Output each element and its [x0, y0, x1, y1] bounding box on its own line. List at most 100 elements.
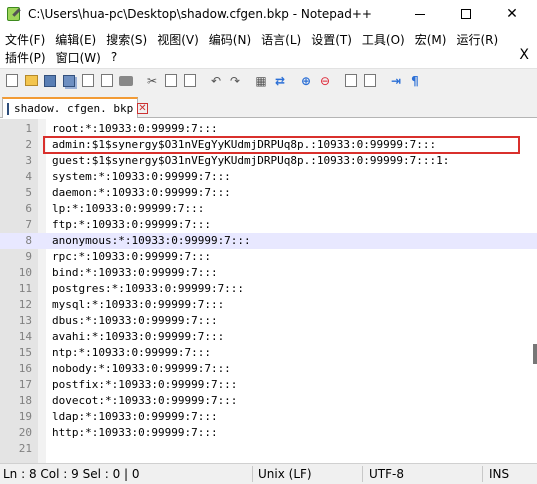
highlight-box — [43, 136, 520, 154]
new-file-icon[interactable] — [3, 72, 21, 90]
close-icon[interactable] — [79, 72, 97, 90]
line-number: 3 — [25, 154, 32, 167]
close-window-button[interactable]: ✕ — [489, 0, 535, 28]
line-number: 21 — [18, 442, 32, 455]
editor-line[interactable]: 19 ldap:*:10933:0:99999:7::: — [0, 409, 537, 425]
line-text: rpc:*:10933:0:99999:7::: — [52, 250, 211, 263]
menu-window[interactable]: 窗口(W) — [51, 49, 106, 66]
tab-shadow-cfgen-bkp[interactable]: shadow. cfgen. bkp ✕ — [2, 97, 148, 118]
editor-line[interactable]: 9 rpc:*:10933:0:99999:7::: — [0, 249, 537, 265]
editor-line[interactable]: 14 avahi:*:10933:0:99999:7::: — [0, 329, 537, 345]
menu-run[interactable]: 运行(R) — [451, 31, 503, 48]
line-number: 6 — [25, 202, 32, 215]
editor-line[interactable]: 21 — [0, 441, 537, 457]
menu-tools[interactable]: 工具(O) — [357, 31, 410, 48]
close-all-icon[interactable] — [98, 72, 116, 90]
save-all-icon[interactable] — [60, 72, 78, 90]
menu-bar: 文件(F) 编辑(E) 搜索(S) 视图(V) 编码(N) 语言(L) 设置(T… — [0, 28, 537, 68]
menu-edit[interactable]: 编辑(E) — [50, 31, 101, 48]
minimize-icon — [415, 13, 425, 15]
toolbar-separator — [335, 72, 341, 90]
editor-line[interactable]: 6 lp:*:10933:0:99999:7::: — [0, 201, 537, 217]
tab-label: shadow. cfgen. bkp — [14, 102, 134, 115]
show-all-chars-icon[interactable]: ¶ — [406, 72, 424, 90]
line-text: daemon:*:10933:0:99999:7::: — [52, 186, 231, 199]
line-text: bind:*:10933:0:99999:7::: — [52, 266, 218, 279]
line-text: root:*:10933:0:99999:7::: — [52, 122, 218, 135]
zoom-in-icon[interactable]: ⊕ — [297, 72, 315, 90]
editor-line[interactable]: 11 postgres:*:10933:0:99999:7::: — [0, 281, 537, 297]
maximize-button[interactable] — [443, 0, 489, 28]
line-number: 8 — [25, 234, 32, 247]
editor-line[interactable]: 3 guest:$1$synergy$O31nVEgYyKUdmjDRPUq8p.… — [0, 153, 537, 169]
word-wrap-icon[interactable]: ⇥ — [387, 72, 405, 90]
editor-line[interactable]: 16 nobody:*:10933:0:99999:7::: — [0, 361, 537, 377]
status-position: Ln : 8 Col : 9 Sel : 0 | 0 — [3, 467, 140, 481]
toolbar-separator — [290, 72, 296, 90]
cut-icon[interactable]: ✂ — [143, 72, 161, 90]
line-number: 10 — [18, 266, 32, 279]
editor-line[interactable]: 13 dbus:*:10933:0:99999:7::: — [0, 313, 537, 329]
toolbar-separator — [136, 72, 142, 90]
status-divider — [362, 466, 363, 482]
zoom-out-icon[interactable]: ⊖ — [316, 72, 334, 90]
line-text: postgres:*:10933:0:99999:7::: — [52, 282, 245, 295]
menu-language[interactable]: 语言(L) — [256, 31, 306, 48]
menu-help[interactable]: ? — [106, 50, 122, 64]
line-text: lp:*:10933:0:99999:7::: — [52, 202, 205, 215]
maximize-icon — [461, 9, 471, 19]
replace-icon[interactable]: ⇄ — [271, 72, 289, 90]
redo-icon[interactable]: ↷ — [226, 72, 244, 90]
line-text: http:*:10933:0:99999:7::: — [52, 426, 218, 439]
line-text: ntp:*:10933:0:99999:7::: — [52, 346, 211, 359]
editor-line[interactable]: 4 system:*:10933:0:99999:7::: — [0, 169, 537, 185]
tab-bar: shadow. cfgen. bkp ✕ — [0, 92, 537, 118]
line-text: ldap:*:10933:0:99999:7::: — [52, 410, 218, 423]
menu-plugins[interactable]: 插件(P) — [0, 49, 51, 66]
status-mode: INS — [489, 467, 510, 481]
editor-line[interactable]: 18 dovecot:*:10933:0:99999:7::: — [0, 393, 537, 409]
line-number: 5 — [25, 186, 32, 199]
status-divider — [482, 466, 483, 482]
editor-line[interactable]: 10 bind:*:10933:0:99999:7::: — [0, 265, 537, 281]
save-icon[interactable] — [41, 72, 59, 90]
title-bar: C:\Users\hua-pc\Desktop\shadow.cfgen.bkp… — [0, 0, 537, 28]
line-number: 11 — [18, 282, 32, 295]
editor-line[interactable]: 12 mysql:*:10933:0:99999:7::: — [0, 297, 537, 313]
line-number: 15 — [18, 346, 32, 359]
undo-icon[interactable]: ↶ — [207, 72, 225, 90]
line-number: 20 — [18, 426, 32, 439]
open-file-icon[interactable] — [22, 72, 40, 90]
editor[interactable]: 1 root:*:10933:0:99999:7::: 2 admin:$1$syne… — [0, 119, 537, 463]
menu-search[interactable]: 搜索(S) — [101, 31, 152, 48]
editor-line[interactable]: 7 ftp:*:10933:0:99999:7::: — [0, 217, 537, 233]
menu-settings[interactable]: 设置(T) — [306, 31, 357, 48]
line-text: dovecot:*:10933:0:99999:7::: — [52, 394, 238, 407]
line-text: postfix:*:10933:0:99999:7::: — [52, 378, 238, 391]
editor-line[interactable]: 5 daemon:*:10933:0:99999:7::: — [0, 185, 537, 201]
menu-macro[interactable]: 宏(M) — [410, 31, 452, 48]
sync-v-icon[interactable] — [342, 72, 360, 90]
editor-line[interactable]: 1 root:*:10933:0:99999:7::: — [0, 121, 537, 137]
menu-view[interactable]: 视图(V) — [152, 31, 204, 48]
print-icon[interactable] — [117, 72, 135, 90]
close-document-button[interactable]: X — [519, 47, 529, 63]
menu-encoding[interactable]: 编码(N) — [204, 31, 256, 48]
editor-line[interactable]: 8 anonymous:*:10933:0:99999:7::: — [0, 233, 537, 249]
sync-h-icon[interactable] — [361, 72, 379, 90]
tab-close-icon[interactable]: ✕ — [137, 103, 148, 114]
editor-line[interactable]: 15 ntp:*:10933:0:99999:7::: — [0, 345, 537, 361]
save-icon — [7, 102, 9, 115]
minimize-button[interactable] — [397, 0, 443, 28]
line-number: 2 — [25, 138, 32, 151]
scrollbar-thumb[interactable] — [533, 344, 537, 364]
menu-row-1: 文件(F) 编辑(E) 搜索(S) 视图(V) 编码(N) 语言(L) 设置(T… — [0, 29, 503, 49]
find-icon[interactable]: ▦ — [252, 72, 270, 90]
copy-icon[interactable] — [162, 72, 180, 90]
editor-line[interactable]: 17 postfix:*:10933:0:99999:7::: — [0, 377, 537, 393]
menu-file[interactable]: 文件(F) — [0, 31, 50, 48]
paste-icon[interactable] — [181, 72, 199, 90]
toolbar-separator — [200, 72, 206, 90]
editor-line[interactable]: 20 http:*:10933:0:99999:7::: — [0, 425, 537, 441]
status-divider — [252, 466, 253, 482]
